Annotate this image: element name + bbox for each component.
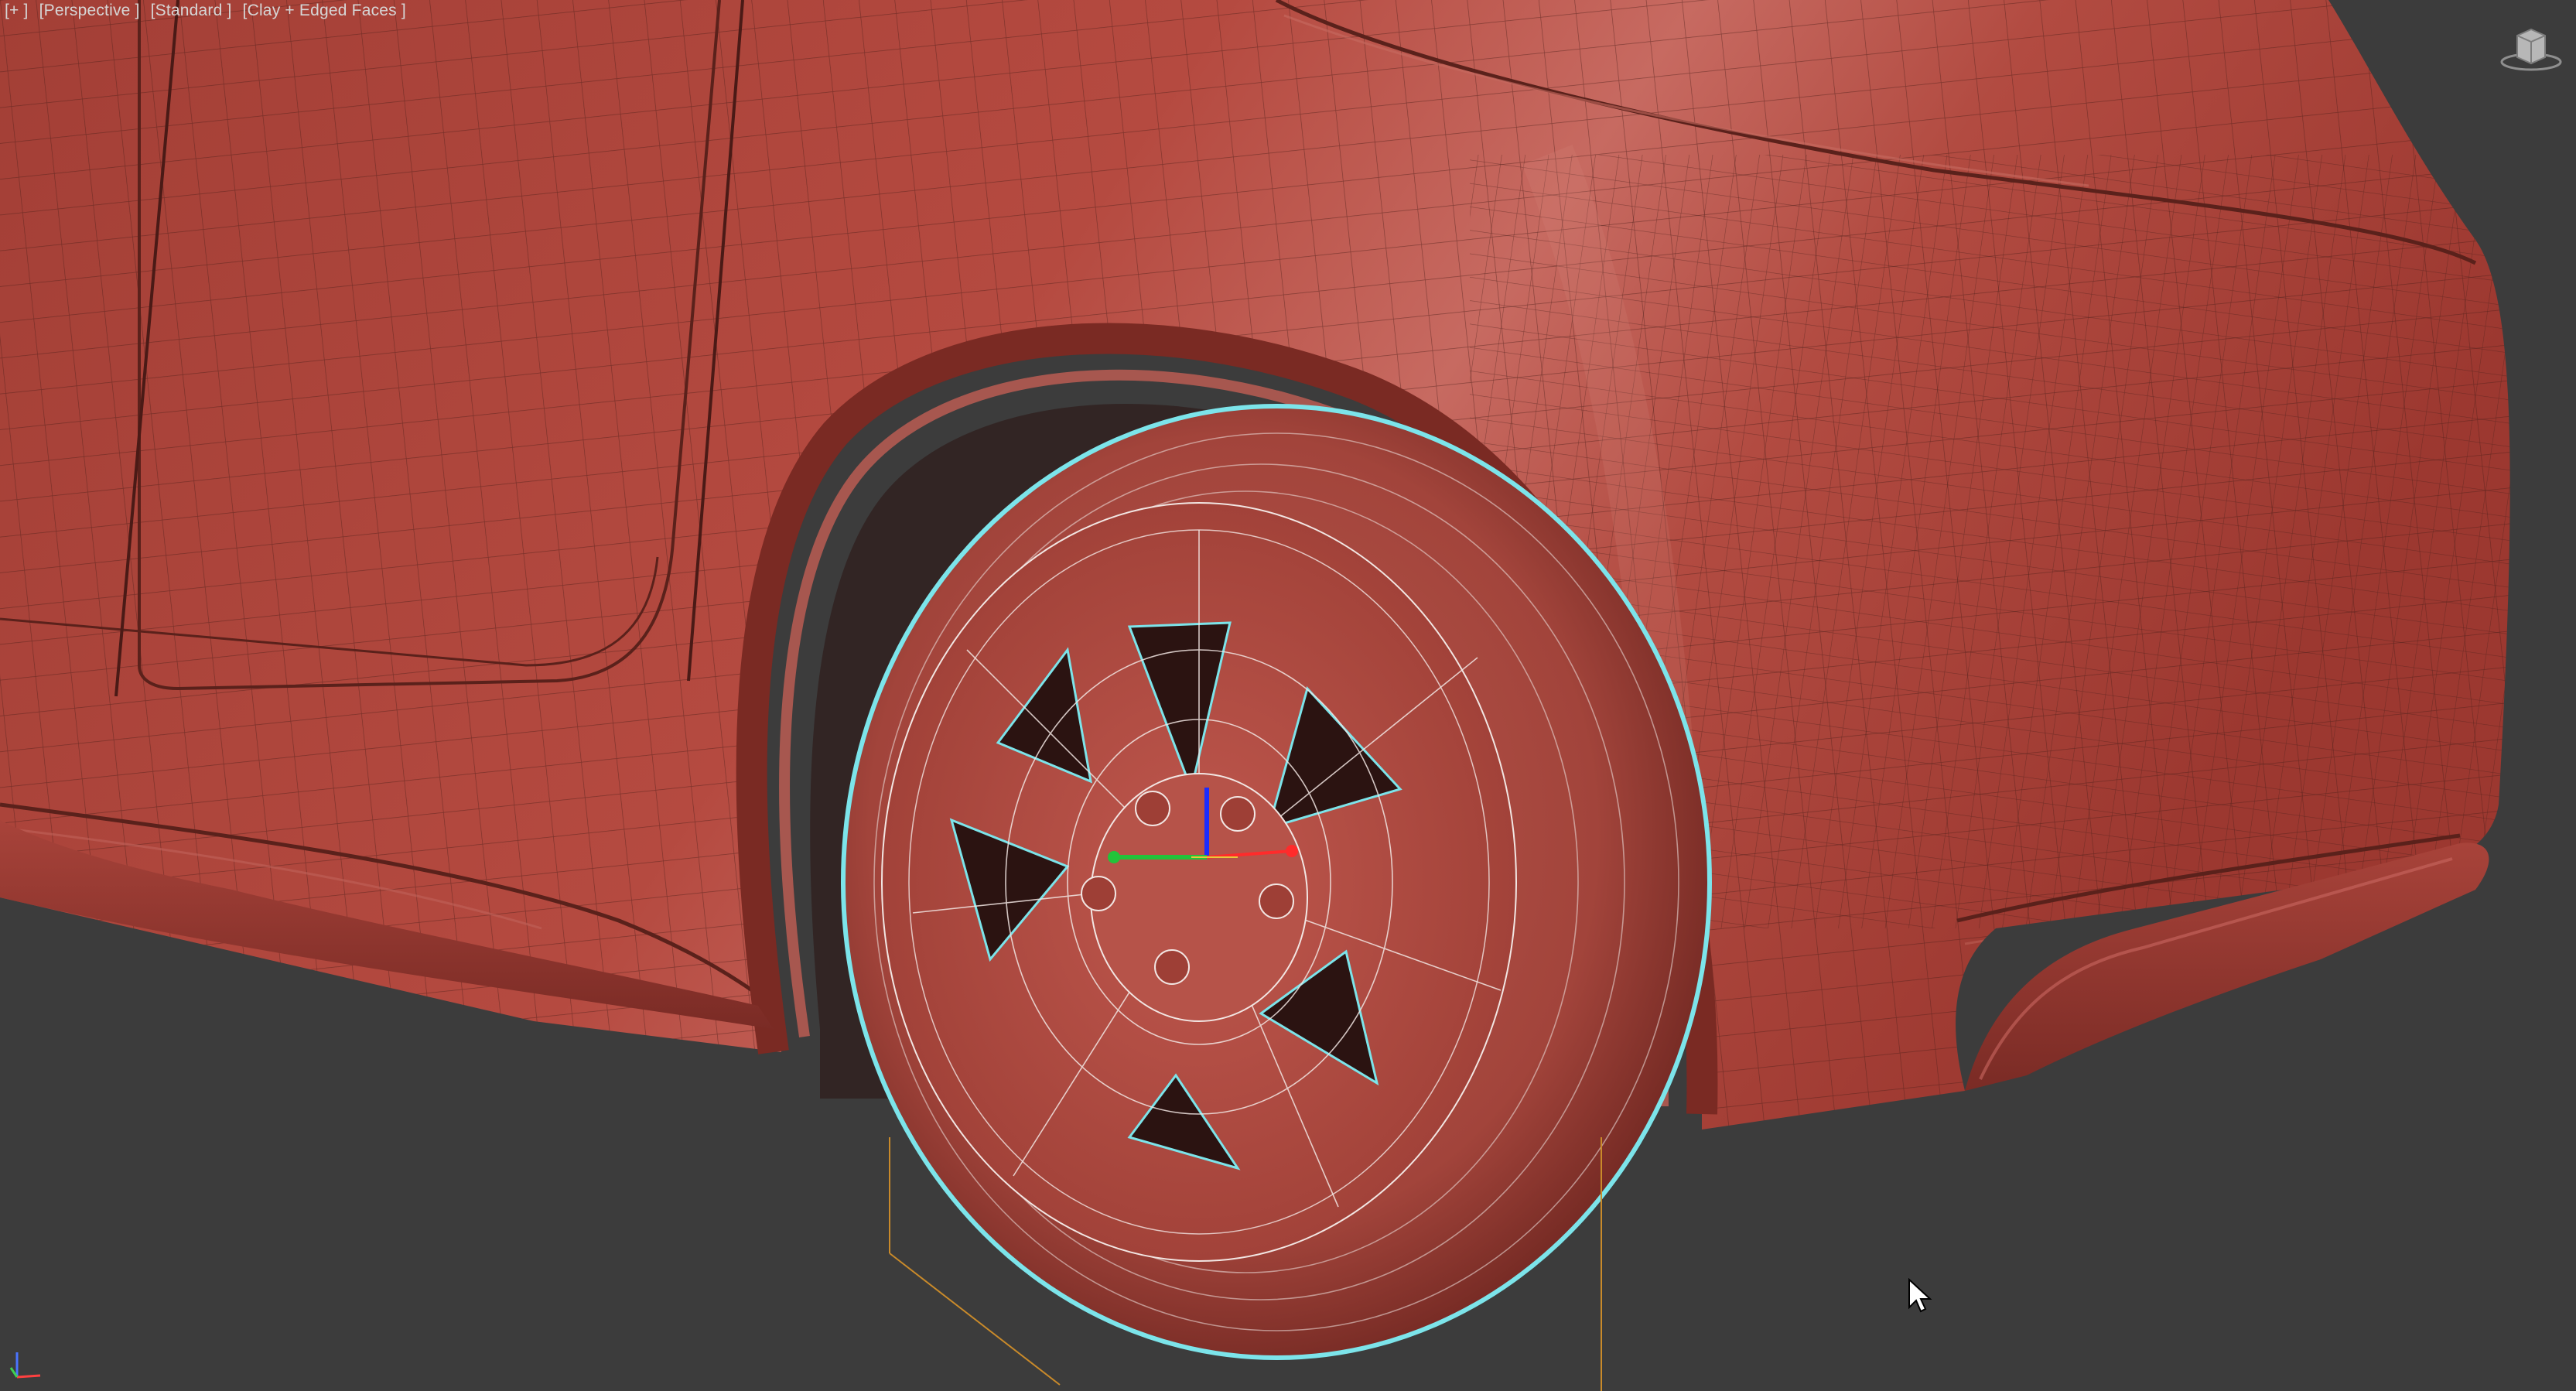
axis-tripod-icon [9, 1352, 41, 1379]
viewport-shading-preset-menu[interactable]: [Standard ] [151, 2, 232, 20]
mouse-pointer-icon [1908, 1278, 1932, 1313]
viewport-general-menu[interactable]: [+ ] [5, 2, 29, 20]
viewport-view-menu[interactable]: [Perspective ] [39, 2, 140, 20]
viewport-label-bar: [+ ] [Perspective ] [Standard ] [Clay + … [5, 2, 406, 20]
viewport-shading-mode-menu[interactable]: [Clay + Edged Faces ] [243, 2, 406, 20]
perspective-viewport[interactable]: [+ ] [Perspective ] [Standard ] [Clay + … [0, 0, 2576, 1391]
scene-canvas[interactable] [0, 0, 2576, 1391]
viewcube-icon[interactable] [2497, 23, 2565, 74]
